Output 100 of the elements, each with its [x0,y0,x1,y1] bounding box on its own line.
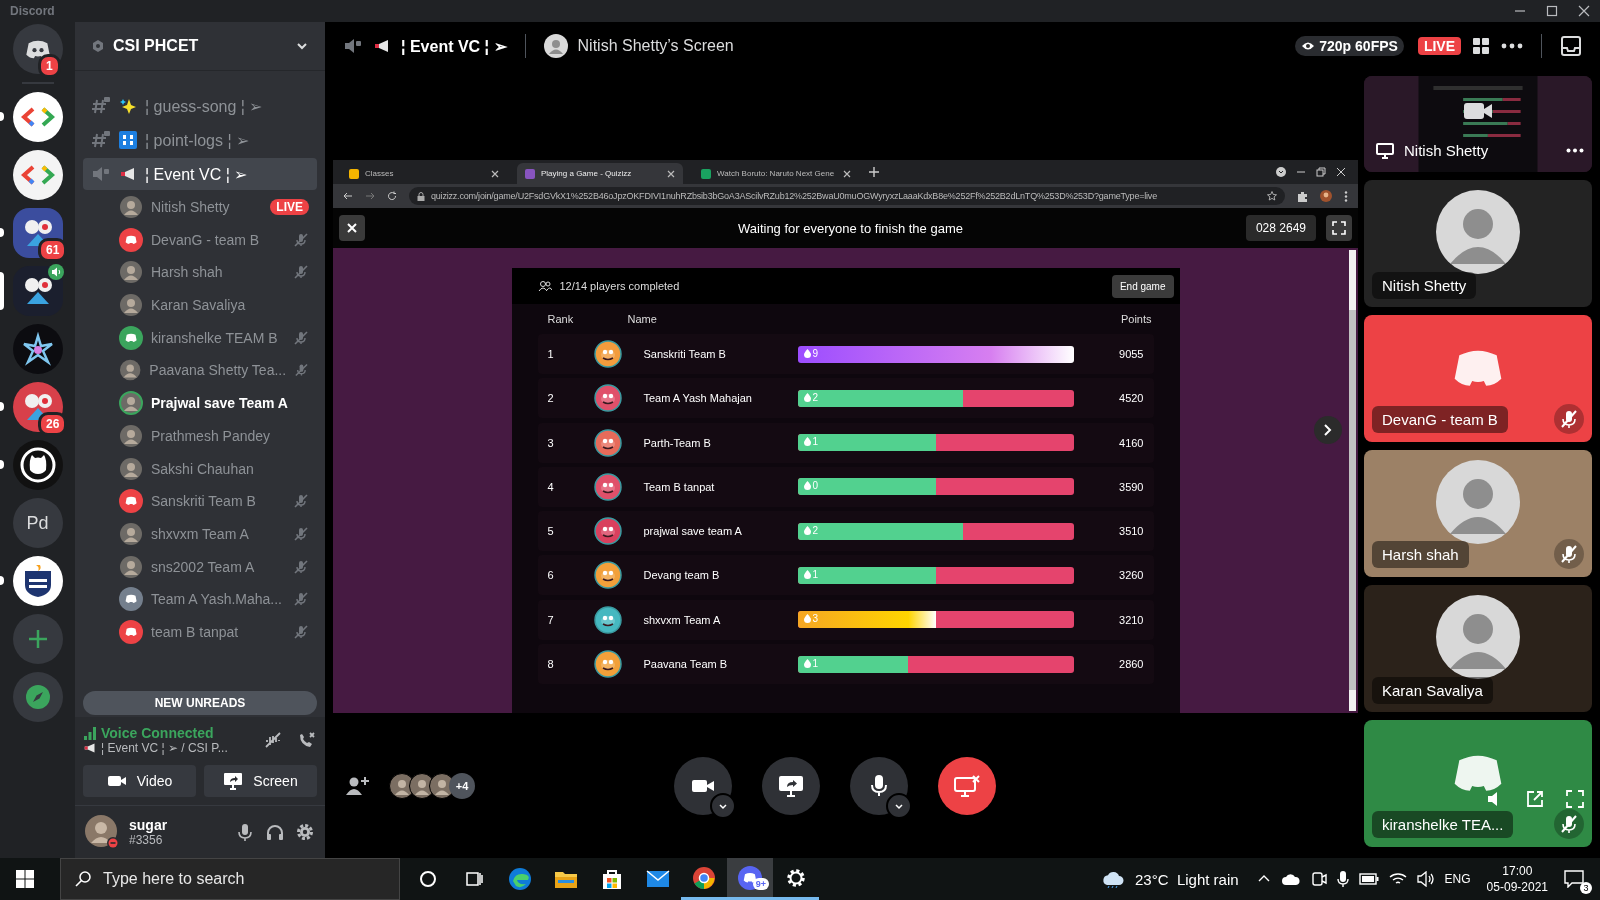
browser-menu-icon[interactable] [1344,190,1348,202]
server-icon[interactable] [12,92,63,142]
voice-status[interactable]: Voice Connected [101,725,214,741]
voice-member[interactable]: Harsh shah [83,257,317,288]
maximize-icon[interactable] [1546,5,1558,17]
channel-item[interactable]: ¦ point-logs ¦ ➢ [83,124,317,156]
window-title: Discord [10,4,55,18]
headphones-icon[interactable] [265,822,285,842]
tab-search-icon[interactable] [1276,167,1286,177]
server-icon[interactable] [12,150,63,200]
clock-time[interactable]: 17:00 [1502,864,1533,878]
language-indicator[interactable]: ENG [1444,872,1471,886]
voice-member[interactable]: Nitish Shetty LIVE [83,192,317,222]
close-icon[interactable] [1578,5,1590,17]
weather-text[interactable]: 23°C Light rain [1135,870,1239,888]
search-field[interactable]: Type here to search [60,858,400,900]
windows-start-icon[interactable] [16,870,34,888]
extensions-icon[interactable] [1297,190,1308,202]
wifi-icon[interactable] [1388,871,1407,887]
reload-icon[interactable] [387,191,397,201]
server-icon[interactable] [12,556,63,606]
video-tile[interactable]: Nitish Shetty [1364,76,1592,172]
new-tab-icon[interactable] [869,167,879,177]
fullscreen-button[interactable] [1326,215,1352,241]
voice-member[interactable]: kiranshelke TEAM B [83,322,317,353]
address-field[interactable]: quizizz.com/join/game/U2FsdGVkX1%252B46oJpzOKFDIVI1nuhRZbsib3bGoA3AScilvRZub12%252BwaU0muOGWyryxzLaaaKdxB8e%252Ff%252B2dLnTQ%253D%253D?gameType=live [409,187,1285,205]
video-call-icon[interactable] [1310,871,1327,887]
next-button[interactable] [1314,416,1342,444]
video-button[interactable]: Video [83,765,196,797]
voice-channel-link[interactable]: ¦ Event VC ¦ ➢ / CSI P... [101,741,228,755]
server-icon[interactable] [12,440,63,490]
voice-member[interactable]: DevanG - team B [83,224,317,255]
microphone-icon[interactable] [235,822,255,842]
screen-share-button[interactable]: Screen [204,765,317,797]
rank: 4 [547,480,555,493]
completion-count: 12/14 players completed [559,280,680,292]
points: 4520 [1119,392,1144,405]
video-tile[interactable]: kiranshelke TEA... [1364,720,1592,847]
participant-name: Nitish Shetty [1403,141,1490,161]
microphone-icon[interactable] [1336,870,1349,888]
voice-member[interactable]: Karan Savaliya [83,290,317,321]
voice-member[interactable]: Sanskriti Team B [83,486,317,517]
voice-member[interactable]: Prathmesh Pandey [83,420,317,451]
voice-member[interactable]: sns2002 Team A [83,551,317,582]
user-tag: #3356 [129,833,225,847]
server-icon[interactable]: Pd [12,498,63,548]
taskbar-app[interactable]: 9+ [727,858,773,900]
volume-icon[interactable] [1416,871,1435,887]
browser-tab[interactable]: Watch Boruto: Naruto Next Gene [693,163,859,184]
video-tile[interactable]: DevanG - team B [1364,315,1592,442]
more-icon[interactable] [1566,148,1584,153]
voice-member[interactable]: team B tanpat [83,616,317,647]
disconnect-icon[interactable] [297,730,317,750]
browser-tab[interactable]: Playing a Game - Quizizz [517,163,683,184]
channel-item[interactable]: ¦ Event VC ¦ ➢ [83,158,317,190]
fullscreen-icon[interactable] [1566,790,1584,808]
server-icon[interactable] [12,324,63,374]
browser-tab[interactable]: Classes [341,163,507,184]
points: 3210 [1119,613,1144,626]
end-game-button[interactable]: End game [1111,274,1174,298]
clock-date[interactable]: 05-09-2021 [1486,880,1548,894]
scrollbar-thumb[interactable] [1349,310,1356,690]
close-icon[interactable] [667,169,675,178]
chrome-icon [692,865,716,890]
more-icon[interactable] [1501,43,1523,49]
close-icon[interactable] [843,169,851,178]
close-button[interactable] [339,215,365,241]
member-name: sns2002 Team A [151,558,255,575]
participant-name: Harsh shah [1372,540,1469,568]
pop-out-icon[interactable] [1526,790,1544,808]
inbox-icon[interactable] [1560,35,1582,57]
voice-member[interactable]: Team A Yash.Maha... [83,584,317,615]
member-name: shxvxm Team A [151,525,249,542]
video-tile[interactable]: Karan Savaliya [1364,585,1592,712]
battery-icon[interactable] [1358,873,1379,885]
server-name[interactable]: CSI PHCET [113,37,199,55]
video-tile[interactable]: Nitish Shetty [1364,180,1592,307]
noise-suppression-icon[interactable] [263,730,283,750]
scrollbar[interactable] [1349,250,1356,711]
restore-icon[interactable] [1316,167,1326,177]
voice-member[interactable]: Paavana Shetty Tea... [83,355,317,386]
back-icon[interactable] [343,191,353,201]
server-icon[interactable] [12,266,63,316]
new-unreads-button[interactable]: NEW UNREADS [83,691,317,715]
video-tile[interactable]: Harsh shah [1364,450,1592,577]
cloud-icon[interactable] [1280,872,1301,886]
folder-icon [554,869,578,889]
settings-icon[interactable] [295,822,315,842]
add-person-icon[interactable] [345,774,369,797]
grid-layout-icon[interactable] [1471,36,1491,56]
voice-member[interactable]: shxvxm Team A [83,518,317,549]
channel-item[interactable]: ¦ guess-song ¦ ➢ [83,90,317,122]
voice-member[interactable]: Sakshi Chauhan [83,453,317,484]
close-icon[interactable] [491,169,499,178]
profile-icon[interactable] [1320,190,1332,202]
bookmark-star-icon[interactable] [1267,191,1277,201]
voice-member[interactable]: Prajwal save Team A [83,388,317,419]
close-icon[interactable] [1336,167,1346,177]
notification-center-button[interactable]: 3 [1564,864,1592,894]
forward-icon[interactable] [365,191,375,201]
